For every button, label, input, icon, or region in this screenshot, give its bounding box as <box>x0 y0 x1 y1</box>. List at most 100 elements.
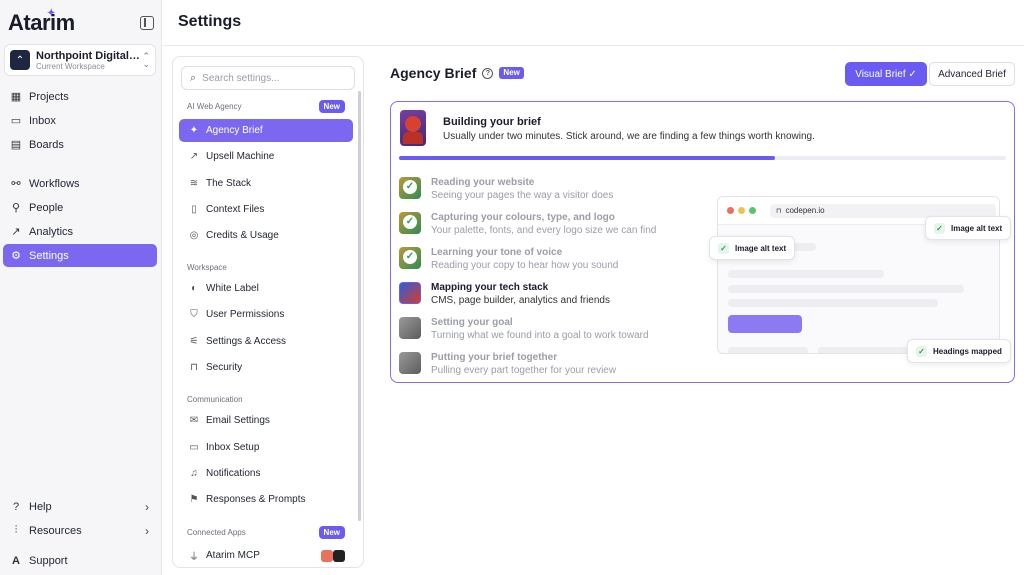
lock-icon: ⊓ <box>190 362 198 373</box>
check-icon: ✓ <box>718 242 729 254</box>
settings-item-credits-usage[interactable]: ◎ Credits & Usage <box>179 224 353 247</box>
workspace-name: Northpoint Digital Ag... <box>36 49 140 62</box>
trending-up-icon: ↗ <box>189 151 199 162</box>
settings-item-upsell-machine[interactable]: ↗ Upsell Machine <box>179 145 353 168</box>
atarim-logo[interactable]: Atarim ✦ <box>8 8 75 36</box>
step-item: Capturing your colours, type, and logo Y… <box>399 209 699 239</box>
skeleton-line <box>728 285 964 293</box>
logo-row: Atarim ✦ <box>8 8 154 36</box>
nav-item-resources[interactable]: ⫶ Resources › <box>3 519 157 542</box>
board-icon: ▤ <box>10 139 22 151</box>
nav-item-projects[interactable]: ▦ Projects <box>3 85 157 108</box>
settings-item-agency-brief[interactable]: ✦ Agency Brief <box>179 119 353 142</box>
bell-icon: ♫ <box>190 468 198 479</box>
skeleton-button <box>728 315 802 333</box>
gear-icon: ⚙ <box>11 250 21 262</box>
inbox-icon: ▭ <box>10 115 22 127</box>
new-badge: New <box>499 67 524 79</box>
secondary-nav: ⚯ Workflows ⚲ People ↗ Analytics ⚙ Settings <box>3 172 157 268</box>
coins-icon: ◎ <box>189 230 199 241</box>
step-done-icon <box>399 247 421 269</box>
shield-icon: ⛉ <box>190 309 198 320</box>
lock-icon: ⊓ <box>776 207 782 215</box>
claude-icon <box>321 549 333 562</box>
bookmark-icon: ⚑ <box>189 494 199 505</box>
sliders-icon: ⚟ <box>189 336 199 347</box>
page-header: Settings <box>163 0 1024 46</box>
agency-brief-heading: Agency Brief ? New <box>390 65 524 81</box>
group-label-workspace: Workspace <box>187 263 227 272</box>
settings-item-email-settings[interactable]: ✉ Email Settings <box>179 409 353 432</box>
minimize-dot-icon <box>738 207 745 214</box>
advanced-brief-button[interactable]: Advanced Brief <box>929 62 1015 86</box>
sparkles-icon: ✦ <box>189 125 199 136</box>
card-subtitle: Usually under two minutes. Stick around,… <box>443 131 815 142</box>
scrollbar[interactable] <box>358 91 361 521</box>
plug-icon: ⏚ <box>189 552 199 563</box>
skeleton-line <box>728 270 884 278</box>
step-item-current: Mapping your tech stack CMS, page builde… <box>399 279 699 309</box>
person-icon: ⚲ <box>11 202 21 214</box>
app-sidebar: Atarim✦ ⌃ Northpoint Digital Ag... Curre… <box>0 0 162 575</box>
settings-item-user-permissions[interactable]: ⛉ User Permissions <box>179 303 353 326</box>
workspace-switcher[interactable]: ⌃ Northpoint Digital Ag... Current Works… <box>4 44 156 76</box>
settings-item-the-stack[interactable]: ≋ The Stack <box>179 172 353 195</box>
progress-bar <box>399 156 1006 160</box>
main-nav: ▦ Projects ▭ Inbox ▤ Boards <box>3 85 157 157</box>
search-icon: ⌕ <box>190 71 197 84</box>
new-badge: New <box>318 526 345 539</box>
nav-item-settings[interactable]: ⚙ Settings <box>3 244 157 267</box>
step-pending-icon <box>399 352 421 374</box>
settings-item-white-label[interactable]: ◐ White Label <box>179 277 353 300</box>
finding-chip: ✓ Headings mapped <box>907 339 1011 363</box>
finding-chip: ✓ Image alt text <box>709 236 796 260</box>
check-icon: ✓ <box>934 222 945 234</box>
skeleton-line <box>818 347 908 353</box>
step-item: Setting your goal Turning what we found … <box>399 314 699 344</box>
nav-item-people[interactable]: ⚲ People <box>3 196 157 219</box>
workspace-subtitle: Current Workspace <box>36 61 105 71</box>
app-icons <box>321 549 345 562</box>
settings-item-atarim-mcp[interactable]: ⏚ Atarim MCP <box>179 544 353 567</box>
nav-item-help[interactable]: ? Help › <box>3 495 157 518</box>
skeleton-line <box>728 299 938 307</box>
settings-item-responses-prompts[interactable]: ⚑ Responses & Prompts <box>179 488 353 511</box>
bars-icon: ⫶ <box>14 524 18 536</box>
skeleton-line <box>728 347 808 353</box>
step-item: Learning your tone of voice Reading your… <box>399 244 699 274</box>
inbox-icon: ▭ <box>189 442 199 453</box>
group-label-ai-web-agency: AI Web Agency <box>187 102 242 111</box>
group-label-connected-apps: Connected Apps <box>187 528 246 537</box>
visual-brief-button[interactable]: Visual Brief ✓ <box>845 62 927 86</box>
workflow-icon: ⚯ <box>11 178 21 190</box>
search-input[interactable] <box>202 72 343 84</box>
bottom-nav: ? Help › ⫶ Resources › <box>3 495 157 543</box>
step-item: Putting your brief together Pulling ever… <box>399 349 699 379</box>
file-icon: ▯ <box>191 204 197 215</box>
settings-panel: ⌕ AI Web Agency New ✦Agency Brief ↗Upsel… <box>172 56 364 568</box>
check-icon: ✓ <box>908 68 917 80</box>
help-icon: ? <box>12 500 20 513</box>
settings-item-settings-access[interactable]: ⚟ Settings & Access <box>179 330 353 353</box>
collapse-sidebar-icon[interactable] <box>140 16 154 30</box>
help-circle-icon[interactable]: ? <box>482 67 494 79</box>
chevron-right-icon: › <box>145 523 149 538</box>
step-item: Reading your website Seeing your pages t… <box>399 174 699 204</box>
page-title: Settings <box>178 13 242 30</box>
maximize-dot-icon <box>749 207 756 214</box>
nav-item-support[interactable]: A Support <box>3 549 157 572</box>
search-box[interactable]: ⌕ <box>181 66 355 90</box>
nav-item-analytics[interactable]: ↗ Analytics <box>3 220 157 243</box>
settings-item-inbox-setup[interactable]: ▭ Inbox Setup <box>179 436 353 459</box>
settings-item-context-files[interactable]: ▯ Context Files <box>179 198 353 221</box>
nav-item-boards[interactable]: ▤ Boards <box>3 133 157 156</box>
nav-item-workflows[interactable]: ⚯ Workflows <box>3 172 157 195</box>
group-label-communication: Communication <box>187 395 243 404</box>
step-done-icon <box>399 212 421 234</box>
nav-item-inbox[interactable]: ▭ Inbox <box>3 109 157 132</box>
step-done-icon <box>399 177 421 199</box>
card-title: Building your brief <box>443 116 541 128</box>
settings-item-security[interactable]: ⊓ Security <box>179 356 353 379</box>
settings-item-notifications[interactable]: ♫ Notifications <box>179 462 353 485</box>
chevron-right-icon: › <box>145 499 149 514</box>
